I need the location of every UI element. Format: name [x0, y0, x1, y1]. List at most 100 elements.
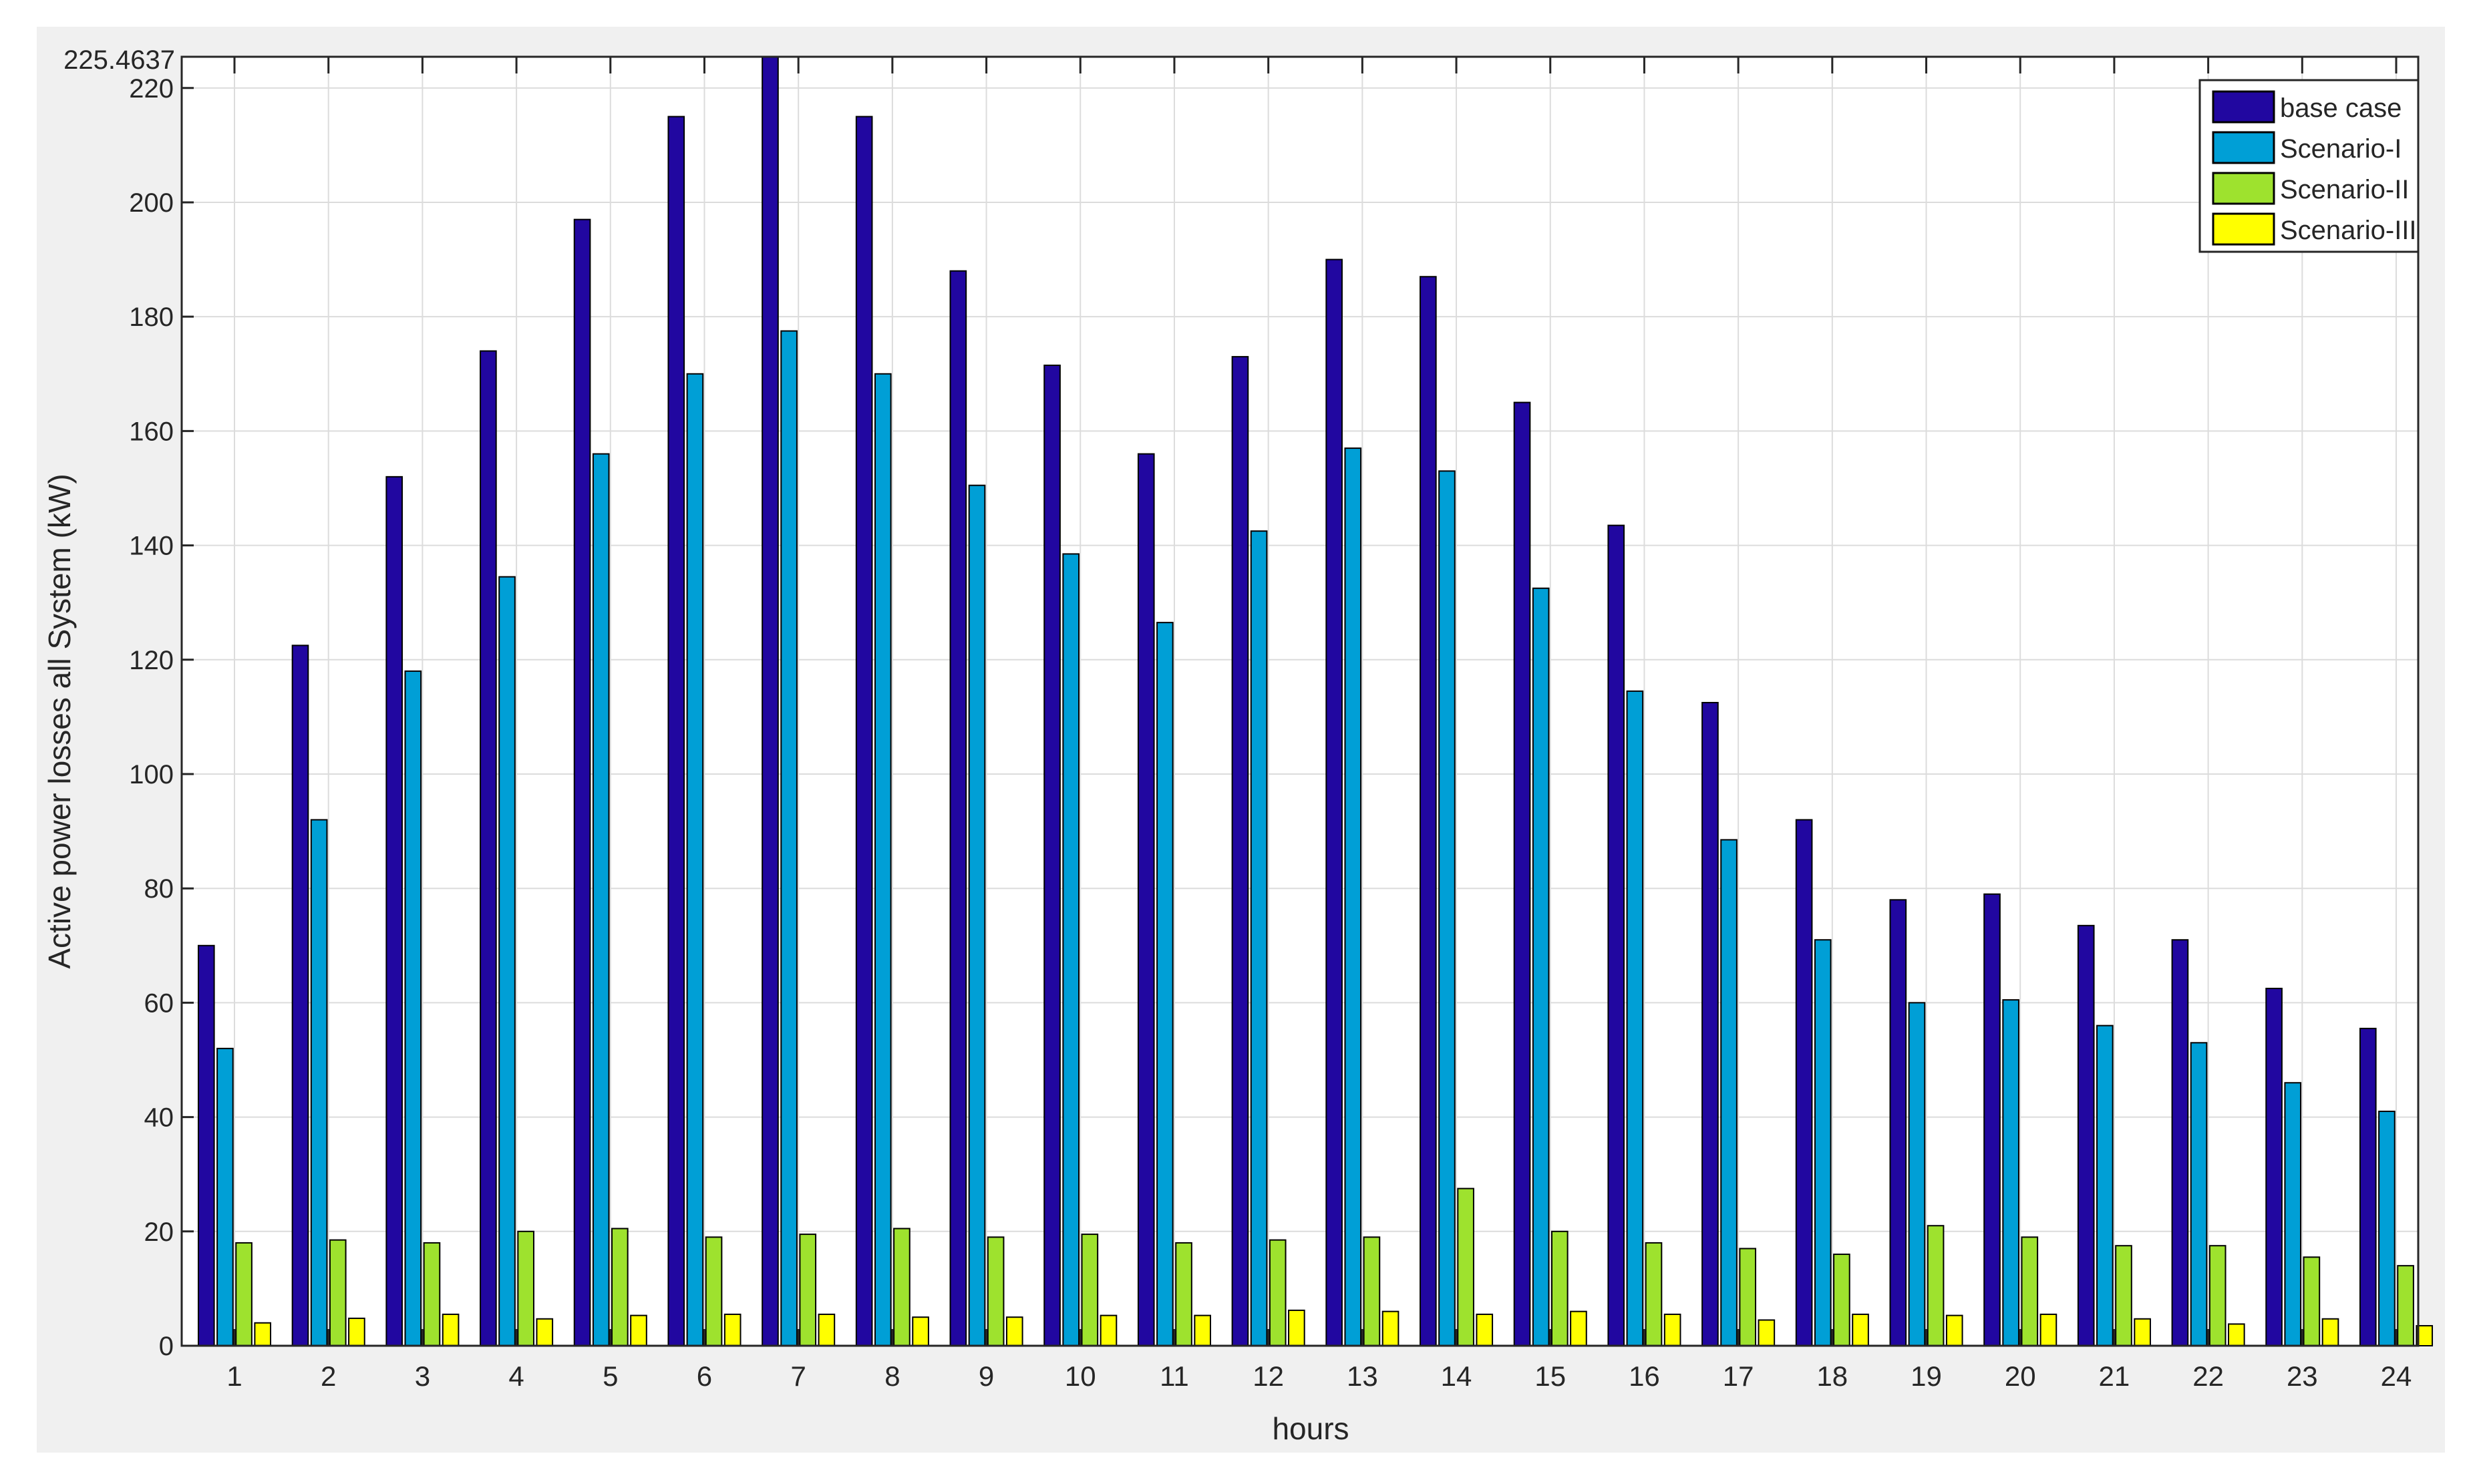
x-tick-label: 6 — [697, 1360, 712, 1392]
legend: base case Scenario-I Scenario-II Scenario-I… — [2198, 79, 2420, 253]
bar-scenario-i — [1062, 553, 1080, 1346]
bar-scenario-i — [1626, 690, 1644, 1346]
bar-scenario-i — [216, 1047, 234, 1346]
x-tick-label: 11 — [1160, 1360, 1189, 1392]
bar-scenario-iii — [2227, 1323, 2245, 1346]
x-tick-label: 20 — [2005, 1360, 2036, 1392]
bar-scenario-i — [686, 373, 704, 1346]
bar-scenario-ii — [1645, 1242, 1663, 1347]
bar-scenario-i — [2378, 1111, 2396, 1346]
bar-scenario-iii — [912, 1316, 929, 1347]
bar-scenario-ii — [2021, 1236, 2039, 1347]
legend-swatch — [2212, 212, 2275, 246]
x-tick-label: 7 — [790, 1360, 806, 1392]
bar-scenario-ii — [1269, 1239, 1287, 1346]
y-tick-label: 160 — [129, 417, 174, 446]
bar-base-case — [2171, 939, 2189, 1346]
y-tick-label: 100 — [129, 760, 174, 789]
bar-scenario-iii — [1005, 1316, 1023, 1347]
bar-base-case — [855, 116, 873, 1347]
bar-scenario-ii — [1927, 1225, 1945, 1347]
bar-base-case — [2077, 924, 2095, 1346]
x-tick-label: 19 — [1911, 1360, 1942, 1392]
bar-base-case — [1795, 819, 1813, 1346]
bar-scenario-iii — [2134, 1318, 2151, 1346]
bar-scenario-i — [1344, 447, 1362, 1346]
bar-scenario-iii — [1476, 1313, 1494, 1346]
bar-base-case — [949, 270, 967, 1347]
bar-scenario-i — [874, 373, 892, 1346]
x-tick-label: 22 — [2192, 1360, 2224, 1392]
bar-base-case — [197, 944, 215, 1346]
x-axis-label: hours — [1272, 1411, 1349, 1446]
bar-scenario-iii — [723, 1313, 742, 1346]
bar-scenario-i — [404, 670, 422, 1346]
bar-scenario-ii — [2303, 1256, 2321, 1346]
y-tick-label: 40 — [144, 1103, 174, 1133]
x-tick-label: 18 — [1816, 1360, 1848, 1392]
bar-base-case — [1607, 524, 1625, 1346]
bar-scenario-ii — [2208, 1245, 2227, 1347]
bar-scenario-i — [1250, 530, 1268, 1347]
x-tick-label: 9 — [979, 1360, 994, 1392]
bar-scenario-i — [592, 453, 610, 1346]
bar-base-case — [762, 56, 779, 1346]
bar-scenario-ii — [2397, 1265, 2414, 1346]
y-tick-label: 120 — [129, 646, 174, 675]
bar-scenario-i — [498, 576, 516, 1347]
bar-base-case — [1231, 356, 1249, 1346]
y-tick-label: 80 — [144, 874, 174, 904]
bar-scenario-i — [1814, 939, 1832, 1346]
x-tick-label: 10 — [1065, 1360, 1096, 1392]
legend-swatch — [2212, 131, 2275, 164]
bar-scenario-iii — [254, 1322, 272, 1346]
bar-scenario-ii — [1550, 1230, 1569, 1346]
bar-scenario-iii — [2039, 1313, 2058, 1346]
bar-base-case — [480, 350, 497, 1347]
bar-base-case — [1043, 364, 1061, 1346]
x-tick-label: 24 — [2381, 1360, 2412, 1392]
bar-scenario-iii — [2321, 1318, 2339, 1346]
bar-scenario-ii — [893, 1228, 911, 1346]
bar-scenario-iii — [1194, 1314, 1211, 1346]
bar-scenario-iii — [1663, 1313, 1681, 1346]
bar-scenario-ii — [517, 1230, 534, 1346]
legend-label: Scenario-I — [2280, 134, 2402, 164]
x-tick-label: 5 — [603, 1360, 618, 1392]
x-tick-label: 2 — [321, 1360, 336, 1392]
bar-base-case — [1889, 899, 1907, 1346]
x-tick-label: 21 — [2099, 1360, 2130, 1392]
bar-scenario-i — [2190, 1042, 2208, 1346]
y-tick-label: 140 — [129, 532, 174, 561]
bar-scenario-iii — [818, 1313, 836, 1346]
legend-swatch — [2212, 172, 2275, 205]
bar-chart: 0204060801001201401601802002201 2 3 4 5 6 7 8 9 1… — [37, 27, 2445, 1453]
bar-scenario-iii — [536, 1318, 554, 1346]
bar-base-case — [1137, 453, 1155, 1346]
bar-scenario-iii — [442, 1313, 460, 1346]
bar-scenario-iii — [1570, 1310, 1587, 1346]
bar-base-case — [1325, 258, 1343, 1346]
bar-scenario-ii — [987, 1236, 1005, 1347]
legend-label: base case — [2280, 94, 2402, 123]
bar-scenario-i — [310, 819, 328, 1346]
y-tick-label: 20 — [144, 1218, 174, 1247]
bar-scenario-i — [1908, 1002, 1926, 1346]
bar-scenario-i — [2284, 1082, 2302, 1347]
bar-base-case — [2359, 1027, 2377, 1347]
bar-base-case — [1983, 893, 2001, 1347]
bar-scenario-ii — [1363, 1236, 1381, 1347]
bar-scenario-ii — [1081, 1234, 1099, 1347]
bar-scenario-ii — [329, 1239, 347, 1346]
bar-scenario-ii — [705, 1236, 723, 1347]
x-tick-label: 16 — [1629, 1360, 1660, 1392]
legend-label: Scenario-III — [2280, 216, 2417, 245]
x-tick-label: 3 — [415, 1360, 430, 1392]
bar-base-case — [573, 218, 591, 1346]
y-tick-label: 180 — [129, 303, 174, 332]
bar-base-case — [1420, 276, 1437, 1346]
bar-scenario-ii — [611, 1228, 629, 1346]
bar-base-case — [385, 476, 403, 1347]
bar-scenario-ii — [1739, 1248, 1757, 1346]
bar-scenario-i — [780, 330, 798, 1346]
